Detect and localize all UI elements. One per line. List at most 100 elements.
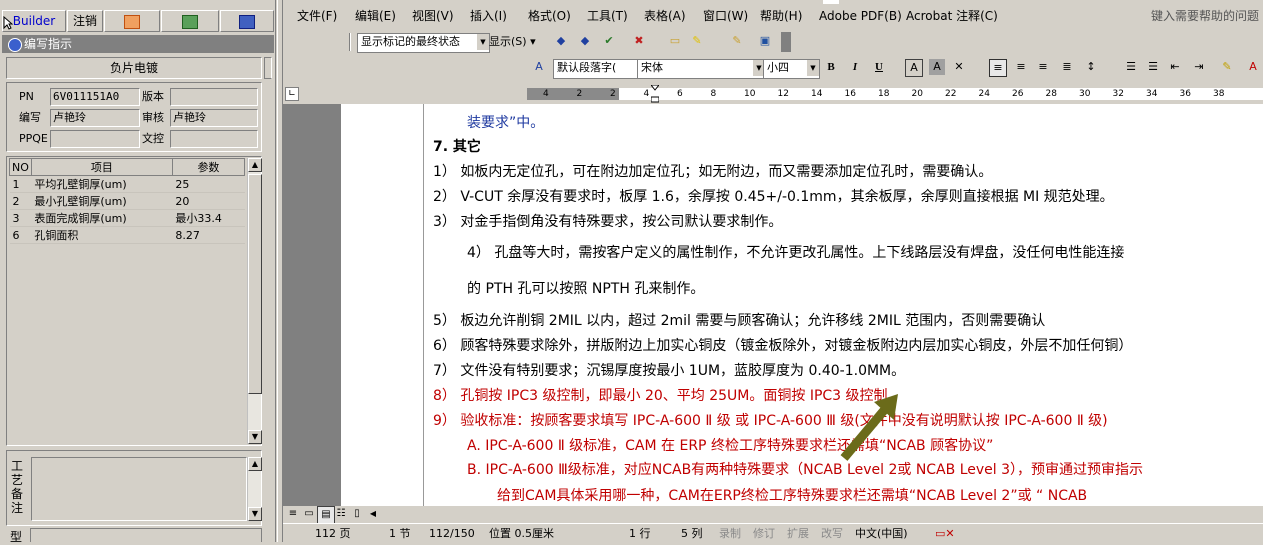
italic-button[interactable]: I [847, 59, 863, 75]
doc-line[interactable]: 7） 文件没有特别要求；沉锡厚度按最小 1UM，蓝胶厚度为 0.40-1.0MM… [433, 362, 905, 380]
doc-line[interactable]: 3） 对金手指倒角没有特殊要求，按公司默认要求制作。 [433, 213, 782, 231]
doc-line[interactable]: 9） 验收标准：按顾客要求填写 IPC-A-600 Ⅱ 级 或 IPC-A-60… [433, 412, 1108, 430]
document-page[interactable]: 装要求”中。 7. 其它 1） 如板内无定位孔，可在附边加定位孔；如无附边，而又… [341, 104, 1263, 506]
bold-button[interactable]: B [823, 59, 839, 75]
menu-table[interactable]: 表格(A) [644, 8, 686, 24]
doc-line[interactable]: 5） 板边允许削铜 2MIL 以内，超过 2mil 需要与顾客确认；允许移线 2… [433, 312, 1045, 330]
menu-insert[interactable]: 插入(I) [470, 8, 507, 24]
col-header-param[interactable]: 参数 [171, 158, 246, 176]
track-changes-icon[interactable]: ✎ [729, 33, 745, 49]
tab-selector-icon[interactable]: ∟ [285, 87, 299, 101]
process-note-field[interactable] [31, 457, 247, 521]
reviewing-pane-icon[interactable]: ▣ [757, 33, 773, 49]
powerpoint-button[interactable] [104, 10, 160, 32]
status-rec[interactable]: 录制 [719, 524, 741, 543]
scroll-down-icon[interactable]: ▼ [248, 430, 262, 444]
scroll-up-icon[interactable]: ▲ [248, 158, 262, 172]
tab-logout[interactable]: 注销 [67, 10, 103, 32]
scroll-left-icon[interactable]: ◀ [365, 506, 381, 522]
doc-line[interactable]: 1） 如板内无定位孔，可在附边加定位孔；如无附边，而又需要添加定位孔时，需要确认… [433, 163, 992, 181]
status-trk[interactable]: 修订 [753, 524, 775, 543]
accept-change-icon[interactable]: ✔ [601, 33, 617, 49]
decrease-indent-icon[interactable]: ⇤ [1167, 59, 1183, 75]
process-note-scrollbar[interactable]: ▲ ▼ [247, 457, 262, 521]
align-center-icon[interactable]: ≡ [1013, 59, 1029, 75]
menu-file[interactable]: 文件(F) [297, 8, 337, 24]
doc-line[interactable]: 6） 顾客特殊要求除外，拼版附边上加实心铜皮（镀金板除外，对镀金板附边内层加实心… [433, 337, 1132, 355]
normal-view-icon[interactable]: ≡ [285, 506, 301, 522]
char-border-icon[interactable]: A [905, 59, 923, 77]
menu-acrobat-comments[interactable]: Acrobat 注释(C) [906, 8, 998, 24]
doc-line[interactable]: 4） 孔盘等大时，需按客户定义的属性制作，不允许更改孔属性。上下线路层没有焊盘，… [467, 244, 1124, 262]
reject-change-icon[interactable]: ✖ [631, 33, 647, 49]
style-dropdown[interactable]: 默认段落字( [553, 59, 640, 79]
spelling-status-icon[interactable]: ▭✕ [935, 524, 955, 543]
doc-line[interactable]: 的 PTH 孔可以按照 NPTH 孔来制作。 [467, 280, 704, 298]
doc-line[interactable]: 装要求”中。 [467, 114, 544, 132]
doc-line[interactable]: B. IPC-A-600 Ⅲ级标准，对应NCAB有两种特殊要求（NCAB Lev… [467, 461, 1143, 479]
writer-field[interactable]: 卢艳玲 [50, 109, 140, 127]
numbering-icon[interactable]: ☰ [1123, 59, 1139, 75]
scroll-thumb[interactable] [248, 174, 262, 394]
toolbar-options-icon[interactable] [781, 32, 791, 52]
increase-indent-icon[interactable]: ⇥ [1191, 59, 1207, 75]
word-button[interactable] [220, 10, 274, 32]
status-ext[interactable]: 扩展 [787, 524, 809, 543]
new-comment-icon[interactable]: ▭ [667, 33, 683, 49]
document-area[interactable]: 装要求”中。 7. 其它 1） 如板内无定位孔，可在附边加定位孔；如无附边，而又… [283, 104, 1263, 506]
status-ovr[interactable]: 改写 [821, 524, 843, 543]
outline-view-icon[interactable]: ☷ [333, 506, 349, 522]
doc-line[interactable]: 给到CAM具体采用哪一种，CAM在ERP终检工序特殊要求栏还需填“NCAB Le… [497, 487, 1087, 505]
highlight-icon[interactable]: ✎ [689, 33, 705, 49]
doc-heading[interactable]: 7. 其它 [433, 138, 481, 156]
char-shading-icon[interactable]: A [929, 59, 945, 75]
menu-view[interactable]: 视图(V) [412, 8, 454, 24]
params-scrollbar[interactable]: ▲ ▼ [247, 158, 262, 444]
underline-button[interactable]: U [871, 59, 887, 75]
previous-change-icon[interactable]: ◆ [553, 33, 569, 49]
menu-format[interactable]: 格式(O) [528, 8, 571, 24]
web-view-icon[interactable]: ▭ [301, 506, 317, 522]
scroll-up-icon[interactable]: ▲ [248, 457, 262, 471]
font-size-dropdown[interactable]: 小四 ▼ [763, 59, 820, 79]
show-markup-button[interactable]: 显示(S) ▾ [489, 33, 536, 51]
help-search-box[interactable]: 键入需要帮助的问题 [1151, 8, 1259, 24]
table-row[interactable]: 1 平均孔壁铜厚(um) 25 [9, 175, 245, 193]
ppqe-field[interactable] [50, 130, 140, 148]
align-left-icon[interactable]: ≡ [989, 59, 1007, 77]
menu-help[interactable]: 帮助(H) [760, 8, 802, 24]
bottom-field[interactable] [30, 528, 262, 542]
font-color-icon[interactable]: A [1245, 59, 1261, 75]
table-row[interactable]: 2 最小孔壁铜厚(um) 20 [9, 192, 245, 210]
doc-line[interactable]: A. IPC-A-600 Ⅱ 级标准，CAM 在 ERP 终检工序特殊要求栏还需… [467, 437, 993, 455]
highlight-color-icon[interactable]: ✎ [1219, 59, 1235, 75]
pn-field[interactable]: 6V011151A0 [50, 88, 140, 106]
horizontal-ruler[interactable]: ∟ 4 2 2 4 6 8 10 12 14 16 18 20 22 24 26 28 30 32 34 36 38 [283, 84, 1263, 103]
bullets-icon[interactable]: ☰ [1145, 59, 1161, 75]
reading-view-icon[interactable]: ▯ [349, 506, 365, 522]
doc-line[interactable]: 2） V-CUT 余厚没有要求时，板厚 1.6，余厚按 0.45+/-0.1mm… [433, 188, 1114, 206]
markup-state-dropdown[interactable]: 显示标记的最终状态 ▼ [357, 33, 490, 53]
excel-button[interactable] [161, 10, 219, 32]
font-dropdown[interactable]: 宋体 ▼ [637, 59, 766, 79]
menu-window[interactable]: 窗口(W) [703, 8, 748, 24]
col-header-no[interactable]: NO [9, 158, 32, 176]
table-row[interactable]: 3 表面完成铜厚(um) 最小33.4 [9, 209, 245, 227]
char-scaling-icon[interactable]: ✕ [951, 59, 967, 75]
justify-icon[interactable]: ≣ [1059, 59, 1075, 75]
scroll-down-icon[interactable]: ▼ [248, 507, 262, 521]
styles-icon[interactable]: A [531, 59, 547, 75]
col-header-item[interactable]: 项目 [30, 158, 173, 176]
doc-control-field[interactable] [170, 130, 258, 148]
doc-line[interactable]: 8） 孔铜按 IPC3 级控制，即最小 20、平均 25UM。面铜按 IPC3 … [433, 387, 888, 405]
status-language[interactable]: 中文(中国) [855, 524, 908, 543]
align-right-icon[interactable]: ≡ [1035, 59, 1051, 75]
menu-adobe-pdf[interactable]: Adobe PDF(B) [819, 8, 902, 24]
menu-edit[interactable]: 编辑(E) [355, 8, 396, 24]
next-change-icon[interactable]: ◆ [577, 33, 593, 49]
version-field[interactable] [170, 88, 258, 106]
menu-tools[interactable]: 工具(T) [587, 8, 628, 24]
line-spacing-icon[interactable]: ↕ [1083, 59, 1099, 75]
indent-marker-icon[interactable] [649, 84, 661, 103]
table-row[interactable]: 6 孔铜面积 8.27 [9, 226, 245, 244]
